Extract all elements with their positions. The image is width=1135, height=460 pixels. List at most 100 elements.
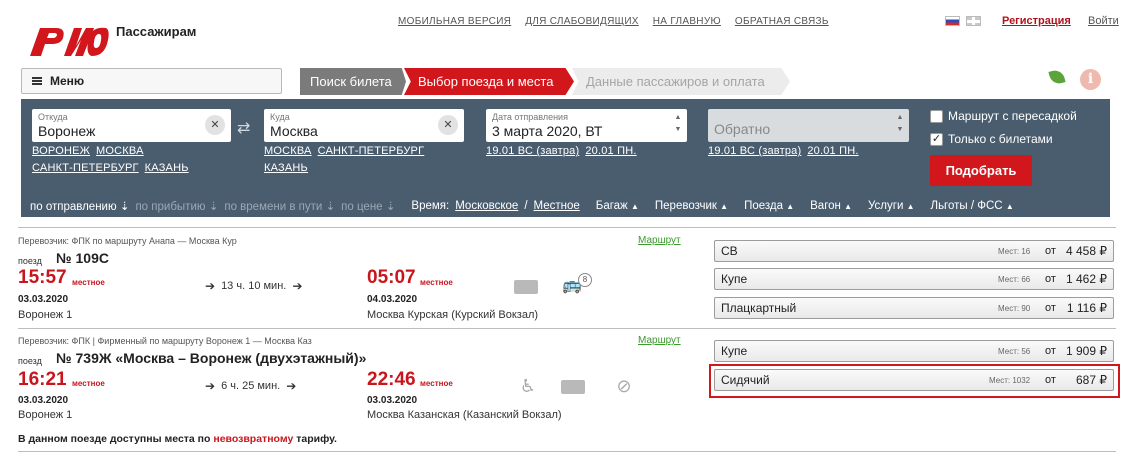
arrival-timezone: местное xyxy=(420,379,453,388)
return-date-field[interactable]: Обратно ▲ ▼ xyxy=(708,109,909,142)
filter-baggage[interactable]: Багаж ▲ xyxy=(596,200,639,212)
departure-timezone: местное xyxy=(72,278,105,287)
wheelchair-icon: ♿ xyxy=(519,376,537,396)
login-link[interactable]: Войти xyxy=(1088,15,1119,27)
from-quick-links: ВОРОНЕЖ МОСКВА xyxy=(32,145,150,157)
count-badge: 8 xyxy=(578,273,592,287)
no-pets-icon: ⊘ xyxy=(616,376,632,396)
tickets-only-checkbox[interactable]: ✓ xyxy=(930,132,943,146)
return-quick-link[interactable]: 19.01 ВС (завтра) xyxy=(708,145,801,157)
search-submit-button[interactable]: Подобрать xyxy=(930,155,1032,186)
sort-by-arrival[interactable]: по прибытию ⇣ xyxy=(135,199,218,213)
from-field[interactable]: Откуда Воронеж ✕ xyxy=(32,109,231,142)
arrow-right-icon: ➔ xyxy=(292,279,303,293)
fare-class-row[interactable]: Плацкартный Мест: 90 от 1 116 ₽ xyxy=(714,297,1114,319)
departure-time: 16:21 xyxy=(18,369,67,390)
time-moscow-link[interactable]: Московское xyxy=(455,200,518,212)
return-spinner-icon[interactable]: ▲ ▼ xyxy=(895,112,905,136)
from-quick-link[interactable]: КАЗАНЬ xyxy=(145,162,189,174)
top-links: МОБИЛЬНАЯ ВЕРСИЯ ДЛЯ СЛАБОВИДЯЩИХ НА ГЛА… xyxy=(398,16,829,27)
language-switcher xyxy=(945,16,981,26)
arrival-timezone: местное xyxy=(420,278,453,287)
tickets-only-label: Только с билетами xyxy=(948,132,1053,146)
fare-class-row[interactable]: Купе Мест: 56 от 1 909 ₽ xyxy=(714,340,1114,362)
train-carrier-info: Перевозчик: ФПК | Фирменный по маршруту … xyxy=(18,336,312,346)
divider xyxy=(18,227,1116,228)
train-label: поезд xyxy=(18,356,42,366)
arrival-station: Москва Курская (Курский Вокзал) xyxy=(367,309,539,321)
clear-to-icon[interactable]: ✕ xyxy=(438,115,458,135)
time-local-link[interactable]: Местное xyxy=(534,200,580,212)
return-quick-link[interactable]: 20.01 ПН. xyxy=(807,145,858,157)
arrival-time: 05:07 xyxy=(367,267,416,288)
filter-benefits[interactable]: Льготы / ФСС ▲ xyxy=(931,200,1014,212)
arrival-date: 03.03.2020 xyxy=(367,395,418,406)
to-quick-link[interactable]: МОСКВА xyxy=(264,145,312,157)
arrival-time: 22:46 xyxy=(367,369,416,390)
date-quick-links: 19.01 ВС (завтра) 20.01 ПН. xyxy=(486,145,643,157)
selected-fare-highlight xyxy=(709,364,1120,398)
tickets-only-option[interactable]: ✓ Только с билетами xyxy=(930,132,1053,146)
hamburger-icon xyxy=(32,77,42,85)
sort-filter-bar: по отправлению ⇣ по прибытию ⇣ по времен… xyxy=(21,195,1110,217)
date-value: 3 марта 2020, ВТ xyxy=(492,123,603,139)
route-link[interactable]: Маршрут xyxy=(638,335,681,346)
route-link[interactable]: Маршрут xyxy=(638,235,681,246)
sort-by-price[interactable]: по цене ⇣ xyxy=(341,199,395,213)
divider xyxy=(18,451,1116,452)
swap-direction-icon[interactable]: ⇄ xyxy=(237,118,250,138)
to-label: Куда xyxy=(270,112,290,122)
register-link[interactable]: Регистрация xyxy=(1002,15,1071,27)
menu-label: Меню xyxy=(50,74,85,88)
date-label: Дата отправления xyxy=(492,112,568,122)
from-quick-link[interactable]: САНКТ-ПЕТЕРБУРГ xyxy=(32,162,139,174)
baggage-icon xyxy=(561,380,585,394)
time-separator: / xyxy=(524,200,528,212)
train-number: № 739Ж «Москва – Воронеж (двухэтажный)» xyxy=(56,350,367,366)
arrival-date: 04.03.2020 xyxy=(367,294,418,305)
departure-time: 15:57 xyxy=(18,267,67,288)
sort-by-travel-time[interactable]: по времени в пути ⇣ xyxy=(224,199,335,213)
filter-car[interactable]: Вагон ▲ xyxy=(810,200,852,212)
fare-class-row[interactable]: СВ Мест: 16 от 4 458 ₽ xyxy=(714,240,1114,262)
menu-button[interactable]: Меню xyxy=(21,68,282,94)
from-quick-link[interactable]: МОСКВА xyxy=(96,145,144,157)
english-flag-icon[interactable] xyxy=(966,16,981,26)
info-icon[interactable]: i xyxy=(1080,69,1101,90)
leaf-icon[interactable] xyxy=(1048,68,1066,86)
transfer-checkbox[interactable] xyxy=(930,109,943,123)
date-quick-link[interactable]: 19.01 ВС (завтра) xyxy=(486,145,579,157)
accessibility-link[interactable]: ДЛЯ СЛАБОВИДЯЩИХ xyxy=(525,16,639,27)
departure-date-field[interactable]: Дата отправления 3 марта 2020, ВТ ▲ ▼ xyxy=(486,109,687,142)
fare-class-row[interactable]: Купе Мест: 66 от 1 462 ₽ xyxy=(714,268,1114,290)
rzd-logo[interactable] xyxy=(26,22,110,58)
to-quick-link[interactable]: КАЗАНЬ xyxy=(264,162,308,174)
filter-carrier[interactable]: Перевозчик ▲ xyxy=(655,200,728,212)
arrow-right-icon: ➔ xyxy=(286,379,297,393)
mobile-version-link[interactable]: МОБИЛЬНАЯ ВЕРСИЯ xyxy=(398,16,511,27)
search-panel: Откуда Воронеж ✕ ⇄ Куда Москва ✕ Дата от… xyxy=(21,99,1110,217)
arrow-right-icon: ➔ xyxy=(205,379,216,393)
to-quick-links-row2: КАЗАНЬ xyxy=(264,162,314,174)
travel-duration: ➔ 6 ч. 25 мин. ➔ xyxy=(205,379,297,393)
from-quick-link[interactable]: ВОРОНЕЖ xyxy=(32,145,90,157)
time-label: Время: xyxy=(411,200,450,212)
to-field[interactable]: Куда Москва ✕ xyxy=(264,109,464,142)
feedback-link[interactable]: ОБРАТНАЯ СВЯЗЬ xyxy=(735,16,829,27)
return-quick-links: 19.01 ВС (завтра) 20.01 ПН. xyxy=(708,145,865,157)
step-train-selection: Выбор поезда и места xyxy=(404,68,574,95)
filter-trains[interactable]: Поезда ▲ xyxy=(744,200,794,212)
russian-flag-icon[interactable] xyxy=(945,16,960,26)
filter-services[interactable]: Услуги ▲ xyxy=(868,200,915,212)
clear-from-icon[interactable]: ✕ xyxy=(205,115,225,135)
step-search[interactable]: Поиск билета xyxy=(300,68,406,95)
sort-by-departure[interactable]: по отправлению ⇣ xyxy=(30,199,129,213)
home-link[interactable]: НА ГЛАВНУЮ xyxy=(653,16,721,27)
date-spinner-icon[interactable]: ▲ ▼ xyxy=(673,112,683,136)
train-carrier-info: Перевозчик: ФПК по маршруту Анапа — Моск… xyxy=(18,236,237,246)
departure-station: Воронеж 1 xyxy=(18,409,73,421)
date-quick-link[interactable]: 20.01 ПН. xyxy=(585,145,636,157)
transfer-option[interactable]: Маршрут с пересадкой xyxy=(930,109,1077,123)
to-quick-link[interactable]: САНКТ-ПЕТЕРБУРГ xyxy=(318,145,425,157)
booking-steps: Поиск билета Выбор поезда и места Данные… xyxy=(300,68,790,95)
